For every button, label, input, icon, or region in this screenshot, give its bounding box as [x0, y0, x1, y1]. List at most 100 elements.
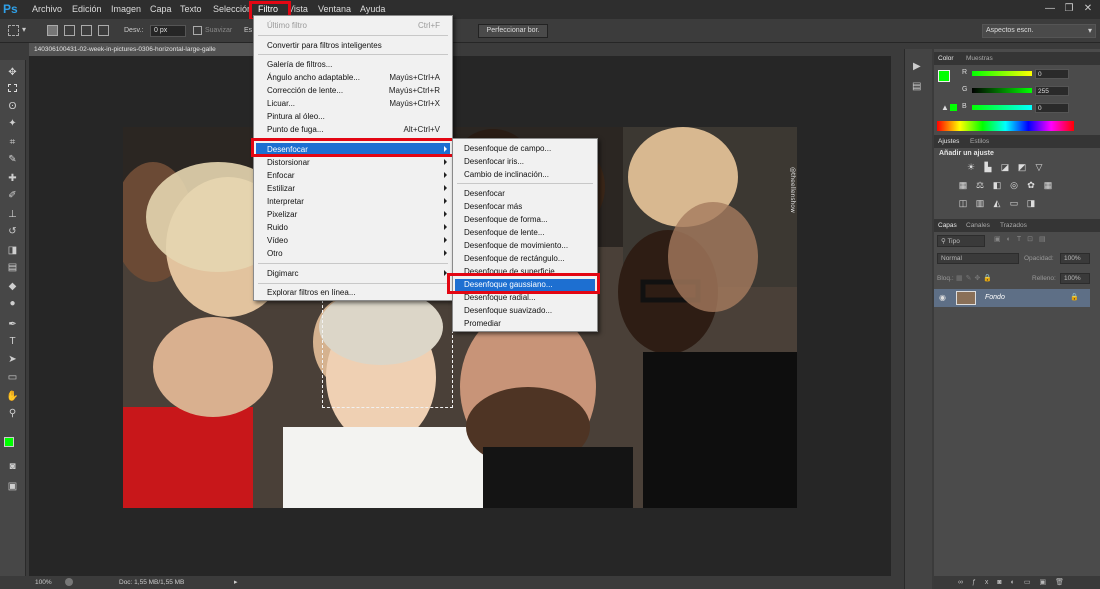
submenu-item-desenfoque-radial[interactable]: Desenfoque radial... [464, 293, 536, 302]
add-selection-icon[interactable] [64, 25, 75, 36]
menu-item-ultimo-filtro[interactable]: Último filtro [267, 21, 307, 30]
workspace-select[interactable]: Aspectos escn. [982, 24, 1096, 38]
foreground-color-swatch[interactable] [938, 70, 950, 82]
menu-ayuda[interactable]: Ayuda [360, 4, 385, 14]
gradient-map-icon[interactable]: ▭ [1009, 198, 1019, 208]
levels-icon[interactable]: ▙ [983, 162, 993, 172]
threshold-icon[interactable]: ◭ [992, 198, 1002, 208]
move-tool-icon[interactable]: ✥ [5, 66, 20, 79]
submenu-item-desenfocar-mas[interactable]: Desenfocar más [464, 202, 522, 211]
tab-muestras[interactable]: Muestras [966, 55, 993, 62]
photo-filter-icon[interactable]: ◎ [1009, 180, 1019, 190]
antialias-checkbox[interactable] [193, 26, 202, 35]
menu-item-otro[interactable]: Otro [267, 249, 283, 258]
tab-trazados[interactable]: Trazados [1000, 222, 1027, 229]
zoom-tool-icon[interactable]: ⚲ [5, 407, 20, 420]
clone-stamp-tool-icon[interactable]: ⊥ [5, 208, 20, 221]
menu-item-correccion-lente[interactable]: Corrección de lente... [267, 86, 343, 95]
submenu-item-desenfoque-suavizado[interactable]: Desenfoque suavizado... [464, 306, 552, 315]
quick-mask-icon[interactable]: ◙ [5, 460, 20, 473]
menu-item-interpretar[interactable]: Interpretar [267, 197, 304, 206]
history-icon[interactable]: ▤ [912, 81, 921, 92]
channel-b-value[interactable]: 0 [1035, 103, 1069, 113]
menu-item-punto-fuga[interactable]: Punto de fuga... [267, 125, 324, 134]
invert-icon[interactable]: ◫ [958, 198, 968, 208]
tab-capas[interactable]: Capas [938, 222, 957, 229]
channel-b-slider[interactable] [972, 105, 1032, 110]
eraser-tool-icon[interactable]: ◨ [5, 244, 20, 257]
crop-tool-icon[interactable]: ⌗ [5, 136, 20, 149]
selective-color-icon[interactable]: ◨ [1026, 198, 1036, 208]
magic-wand-tool-icon[interactable]: ✦ [5, 117, 20, 130]
menu-seleccion[interactable]: Selección [213, 4, 252, 14]
fill-input[interactable]: 100% [1060, 273, 1090, 284]
opacity-input[interactable]: 100% [1060, 253, 1090, 264]
submenu-item-desenfoque-movimiento[interactable]: Desenfoque de movimiento... [464, 241, 568, 250]
menu-item-pintura-oleo[interactable]: Pintura al óleo... [267, 112, 325, 121]
document-tab[interactable]: 140306100431-02-week-in-pictures-0306-ho… [29, 43, 255, 56]
color-spectrum-bar[interactable] [937, 121, 1074, 131]
menu-item-convertir-filtros[interactable]: Convertir para filtros inteligentes [267, 41, 382, 50]
lock-icons[interactable]: ▦✎✥🔒 [956, 274, 995, 282]
feather-input[interactable]: 0 px [150, 25, 186, 37]
channel-r-value[interactable]: 0 [1035, 69, 1069, 79]
curves-icon[interactable]: ◪ [1000, 162, 1010, 172]
menu-edicion[interactable]: Edición [72, 4, 102, 14]
lasso-tool-icon[interactable]: ʘ [5, 100, 20, 113]
menu-item-licuar[interactable]: Licuar... [267, 99, 295, 108]
type-tool-icon[interactable]: T [5, 335, 20, 348]
restore-button[interactable]: ❐ [1061, 2, 1077, 15]
gradient-tool-icon[interactable]: ▤ [5, 261, 20, 274]
menu-item-galeria-filtros[interactable]: Galería de filtros... [267, 60, 332, 69]
chevron-down-icon[interactable]: ▾ [22, 25, 26, 34]
rectangle-tool-icon[interactable]: ▭ [5, 371, 20, 384]
pen-tool-icon[interactable]: ✒ [5, 318, 20, 331]
menu-item-pixelizar[interactable]: Pixelizar [267, 210, 297, 219]
healing-brush-tool-icon[interactable]: ✚ [5, 172, 20, 185]
hue-saturation-icon[interactable]: ▦ [958, 180, 968, 190]
color-lookup-icon[interactable]: ▦ [1043, 180, 1053, 190]
tab-color[interactable]: Color [938, 55, 954, 62]
minimize-button[interactable]: — [1042, 2, 1058, 15]
menu-texto[interactable]: Texto [180, 4, 202, 14]
layer-row[interactable]: ◉ Fondo 🔒 [934, 289, 1090, 307]
channel-r-slider[interactable] [972, 71, 1032, 76]
status-arrow-icon[interactable]: ▸ [234, 578, 238, 586]
layer-footer-icons[interactable]: ∞ƒx◙◐▭▣🗑 [958, 578, 1073, 586]
marquee-selection[interactable] [322, 290, 453, 408]
zoom-level[interactable]: 100% [35, 579, 52, 586]
refine-edge-button[interactable]: Perfeccionar bor. [478, 24, 548, 38]
brush-tool-icon[interactable]: ✐ [5, 189, 20, 202]
channel-mixer-icon[interactable]: ✿ [1026, 180, 1036, 190]
brightness-icon[interactable]: ☀ [966, 162, 976, 172]
submenu-item-cambio-inclinacion[interactable]: Cambio de inclinación... [464, 170, 549, 179]
intersect-selection-icon[interactable] [98, 25, 109, 36]
channel-g-slider[interactable] [972, 88, 1032, 93]
menu-item-distorsionar[interactable]: Distorsionar [267, 158, 310, 167]
tab-estilos[interactable]: Estilos [970, 138, 989, 145]
menu-item-video[interactable]: Vídeo [267, 236, 288, 245]
eye-icon[interactable]: ◉ [939, 293, 946, 302]
foreground-color-swatch[interactable] [4, 437, 14, 447]
layer-filter-icons[interactable]: ▣◐T⊡▤ [994, 235, 1052, 243]
channel-g-value[interactable]: 255 [1035, 86, 1069, 96]
color-balance-icon[interactable]: ⚖ [975, 180, 985, 190]
tab-canales[interactable]: Canales [966, 222, 990, 229]
menu-item-digimarc[interactable]: Digimarc [267, 269, 299, 278]
submenu-item-desenfoque-campo[interactable]: Desenfoque de campo... [464, 144, 551, 153]
posterize-icon[interactable]: ▥ [975, 198, 985, 208]
black-white-icon[interactable]: ◧ [992, 180, 1002, 190]
menu-item-angulo-ancho[interactable]: Ángulo ancho adaptable... [267, 73, 360, 82]
menu-item-ruido[interactable]: Ruido [267, 223, 288, 232]
menu-ventana[interactable]: Ventana [318, 4, 351, 14]
marquee-tool-icon[interactable] [8, 25, 19, 36]
new-selection-icon[interactable] [47, 25, 58, 36]
layer-name[interactable]: Fondo [985, 294, 1005, 301]
submenu-item-desenfoque-lente[interactable]: Desenfoque de lente... [464, 228, 545, 237]
menu-item-enfocar[interactable]: Enfocar [267, 171, 295, 180]
blur-tool-icon[interactable]: ◆ [5, 280, 20, 293]
eyedropper-tool-icon[interactable]: ✎ [5, 153, 20, 166]
path-selection-tool-icon[interactable]: ➤ [5, 353, 20, 366]
screen-mode-icon[interactable]: ▣ [5, 480, 20, 493]
vibrance-icon[interactable]: ▽ [1034, 162, 1044, 172]
